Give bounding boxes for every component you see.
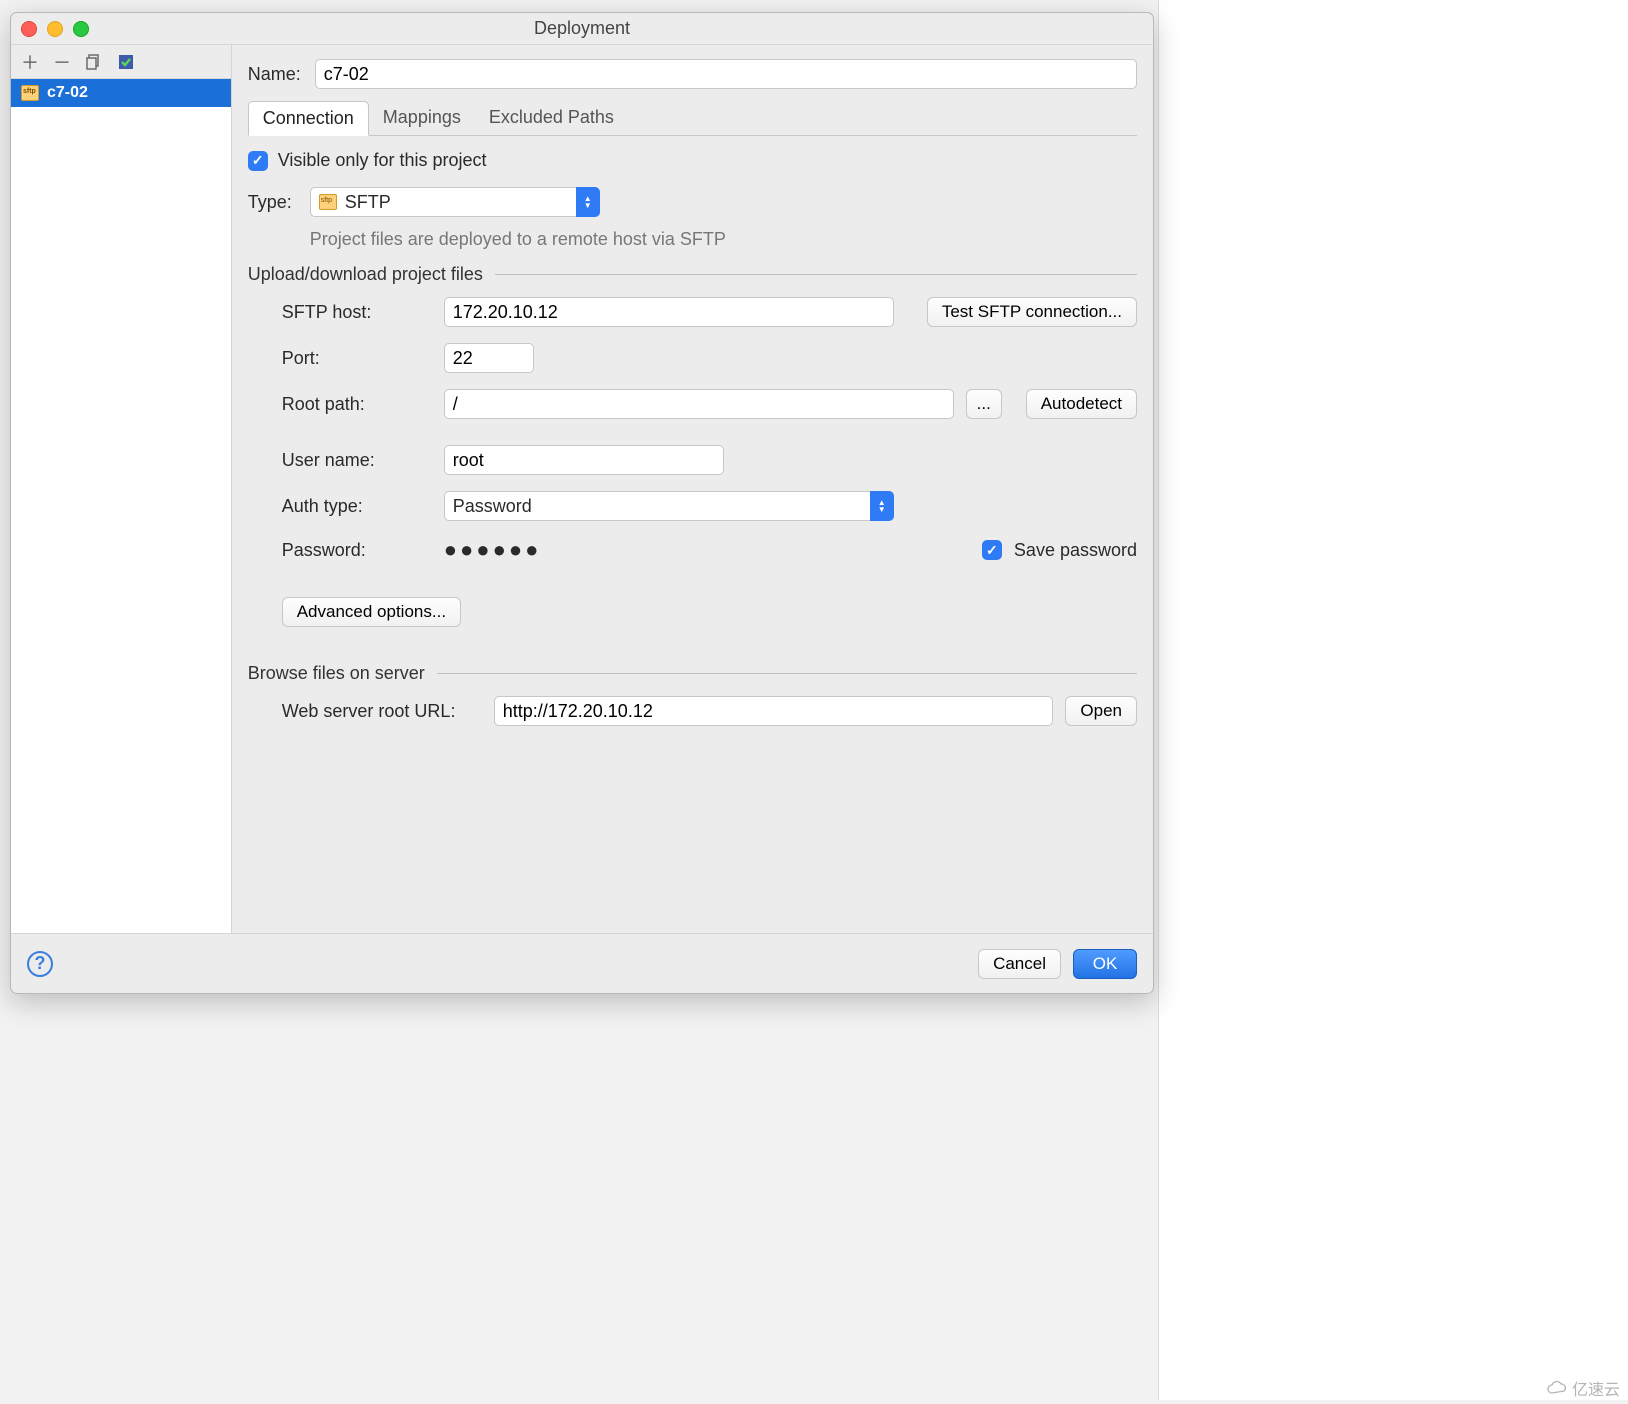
- content-panel: Name: Connection Mappings Excluded Paths…: [232, 45, 1153, 933]
- web-root-label: Web server root URL:: [282, 701, 482, 722]
- save-password-label: Save password: [1014, 540, 1137, 561]
- root-path-label: Root path:: [282, 394, 432, 415]
- tab-bar: Connection Mappings Excluded Paths: [248, 101, 1137, 136]
- type-select[interactable]: SFTP ▲▼: [310, 187, 600, 217]
- auth-type-value: Password: [453, 496, 532, 517]
- autodetect-button[interactable]: Autodetect: [1026, 389, 1137, 419]
- watermark: 亿速云: [1546, 1376, 1620, 1400]
- sftp-icon: [319, 194, 337, 210]
- copy-button[interactable]: [83, 51, 105, 73]
- cloud-icon: [1546, 1380, 1568, 1396]
- close-icon[interactable]: [21, 21, 37, 37]
- sftp-icon: [21, 85, 39, 101]
- name-label: Name:: [248, 64, 301, 85]
- type-label: Type:: [248, 192, 296, 213]
- tab-connection[interactable]: Connection: [248, 101, 369, 136]
- type-hint: Project files are deployed to a remote h…: [310, 229, 1137, 250]
- username-label: User name:: [282, 450, 432, 471]
- open-button[interactable]: Open: [1065, 696, 1137, 726]
- ok-button[interactable]: OK: [1073, 949, 1137, 979]
- cancel-button[interactable]: Cancel: [978, 949, 1061, 979]
- port-input[interactable]: [444, 343, 534, 373]
- test-connection-button[interactable]: Test SFTP connection...: [927, 297, 1137, 327]
- auth-type-select[interactable]: Password ▲▼: [444, 491, 894, 521]
- password-label: Password:: [282, 540, 432, 561]
- add-button[interactable]: ＋: [19, 51, 41, 73]
- background-panel: [1158, 0, 1628, 1400]
- deployment-dialog: Deployment ＋ － c7-02: [10, 12, 1154, 994]
- window-title: Deployment: [534, 18, 630, 39]
- visible-only-checkbox[interactable]: ✓: [248, 151, 268, 171]
- port-label: Port:: [282, 348, 432, 369]
- advanced-options-button[interactable]: Advanced options...: [282, 597, 461, 627]
- dialog-footer: ? Cancel OK: [11, 933, 1153, 993]
- section-upload: Upload/download project files: [248, 264, 1137, 285]
- browse-root-button[interactable]: ...: [966, 389, 1002, 419]
- sidebar-toolbar: ＋ －: [11, 45, 231, 79]
- titlebar: Deployment: [11, 13, 1153, 45]
- root-path-input[interactable]: [444, 389, 954, 419]
- name-input[interactable]: [315, 59, 1137, 89]
- window-controls: [21, 21, 89, 37]
- visible-only-label: Visible only for this project: [278, 150, 487, 171]
- remove-button[interactable]: －: [51, 51, 73, 73]
- section-browse: Browse files on server: [248, 663, 1137, 684]
- username-input[interactable]: [444, 445, 724, 475]
- server-item-label: c7-02: [47, 84, 88, 102]
- zoom-icon[interactable]: [73, 21, 89, 37]
- type-value: SFTP: [345, 192, 391, 213]
- tab-mappings[interactable]: Mappings: [369, 101, 475, 135]
- help-icon[interactable]: ?: [27, 951, 53, 977]
- sftp-host-label: SFTP host:: [282, 302, 432, 323]
- chevron-updown-icon: ▲▼: [870, 491, 894, 521]
- save-password-checkbox[interactable]: ✓: [982, 540, 1002, 560]
- tab-excluded-paths[interactable]: Excluded Paths: [475, 101, 628, 135]
- server-list[interactable]: c7-02: [11, 79, 231, 933]
- chevron-updown-icon: ▲▼: [576, 187, 600, 217]
- password-input[interactable]: ●●●●●●: [444, 537, 724, 563]
- web-root-input[interactable]: [494, 696, 1054, 726]
- auth-type-label: Auth type:: [282, 496, 432, 517]
- sftp-host-input[interactable]: [444, 297, 894, 327]
- server-item-c7-02[interactable]: c7-02: [11, 79, 231, 107]
- default-button[interactable]: [115, 51, 137, 73]
- minimize-icon[interactable]: [47, 21, 63, 37]
- sidebar: ＋ － c7-02: [11, 45, 232, 933]
